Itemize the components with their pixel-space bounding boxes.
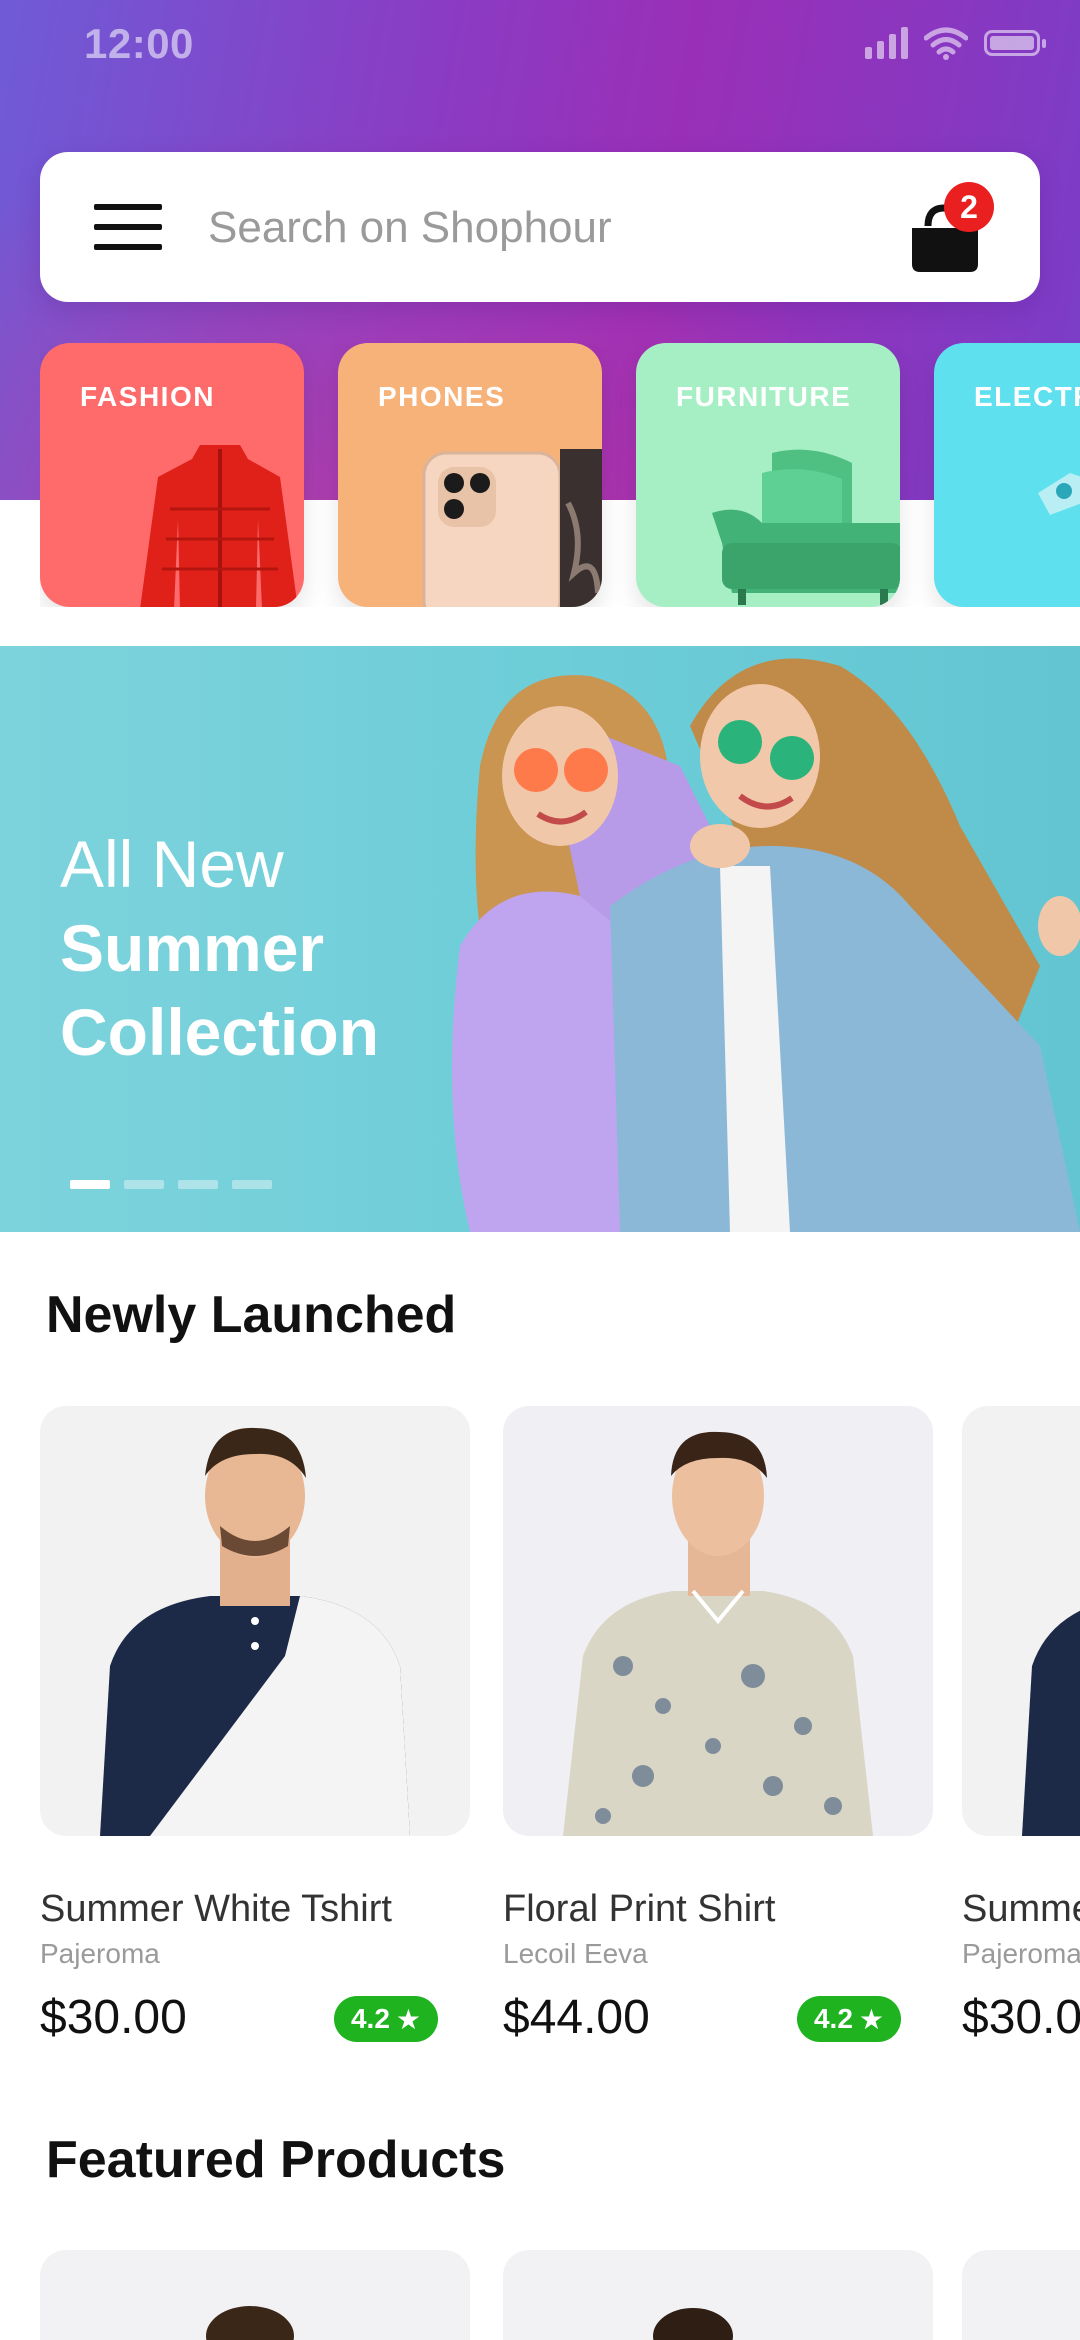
rating-value: 4.2 (350, 2003, 390, 2034)
product-card[interactable]: Summe Pajeroma $30.0 (962, 1406, 1080, 2106)
featured-products-list (0, 2250, 1080, 2340)
battery-icon (984, 30, 1046, 56)
product-image (653, 2308, 733, 2340)
star-icon: ★ (395, 2003, 422, 2035)
polo-model-image (1022, 1610, 1080, 1836)
search-bar: 2 (40, 152, 1040, 302)
star-icon: ★ (858, 2003, 885, 2035)
polo-model-image (100, 1427, 410, 1836)
pagination-dot[interactable] (124, 1180, 164, 1189)
category-label: FURNITURE (676, 381, 852, 412)
pagination-dot[interactable] (70, 1180, 110, 1189)
product-image (503, 1406, 933, 1836)
newly-launched-list: Summer White Tshirt Pajeroma $30.00 4.2 … (0, 1406, 1080, 2106)
phone-icon (422, 449, 602, 607)
product-image (206, 2306, 294, 2340)
category-label: ELECTR (974, 381, 1080, 412)
category-fashion[interactable]: FASHION (40, 343, 304, 607)
promo-banner[interactable]: All New Summer Collection (0, 646, 1080, 1232)
banner-line-2: Summer (60, 911, 325, 985)
jacket-icon (140, 445, 298, 607)
electronics-icon (1038, 473, 1080, 515)
category-label: PHONES (378, 381, 506, 412)
product-brand: Pajeroma (40, 1938, 160, 1969)
category-furniture[interactable]: FURNITURE (636, 343, 900, 607)
search-input[interactable] (206, 194, 930, 262)
product-image (40, 1406, 470, 1836)
product-card[interactable]: Floral Print Shirt Lecoil Eeva $44.00 4.… (503, 1406, 933, 2106)
product-image (962, 1406, 1080, 1836)
featured-product-card[interactable] (40, 2250, 470, 2340)
product-card[interactable]: Summer White Tshirt Pajeroma $30.00 4.2 … (40, 1406, 470, 2106)
category-electronics[interactable]: ELECTR (934, 343, 1080, 607)
product-name: Summe (962, 1888, 1080, 1930)
cart-button[interactable]: 2 (902, 180, 994, 276)
wifi-icon (924, 27, 968, 60)
featured-products-title: Featured Products (46, 2131, 506, 2189)
pagination-dot[interactable] (232, 1180, 272, 1189)
banner-pagination (70, 1180, 272, 1189)
newly-launched-title: Newly Launched (46, 1286, 457, 1344)
rating-badge: 4.2 ★ (334, 1996, 438, 2042)
floral-shirt-model-image (563, 1431, 873, 1836)
product-price: $30.00 (40, 1991, 187, 2044)
menu-icon[interactable] (94, 204, 162, 250)
product-name: Floral Print Shirt (503, 1888, 776, 1930)
rating-badge: 4.2 ★ (797, 1996, 901, 2042)
banner-models-image (452, 658, 1080, 1232)
pagination-dot[interactable] (178, 1180, 218, 1189)
product-brand: Lecoil Eeva (503, 1938, 648, 1969)
status-icons (865, 26, 1046, 60)
product-price: $44.00 (503, 1991, 650, 2044)
category-list: FASHION PHONES FURNITURE ELECT (40, 343, 1080, 607)
sofa-icon (712, 449, 900, 605)
product-brand: Pajeroma (962, 1938, 1080, 1969)
signal-icon (865, 27, 908, 59)
banner-headline: All New Summer Collection (60, 822, 379, 1074)
rating-value: 4.2 (813, 2003, 853, 2034)
product-name: Summer White Tshirt (40, 1888, 392, 1930)
category-phones[interactable]: PHONES (338, 343, 602, 607)
banner-line-3: Collection (60, 995, 380, 1069)
featured-product-card[interactable] (503, 2250, 933, 2340)
product-price: $30.0 (962, 1991, 1080, 2044)
category-label: FASHION (80, 381, 215, 412)
banner-line-1: All New (60, 827, 284, 901)
featured-product-card[interactable] (962, 2250, 1080, 2340)
status-bar: 12:00 (0, 0, 1080, 90)
cart-count-badge: 2 (944, 182, 994, 232)
status-time: 12:00 (84, 20, 194, 67)
